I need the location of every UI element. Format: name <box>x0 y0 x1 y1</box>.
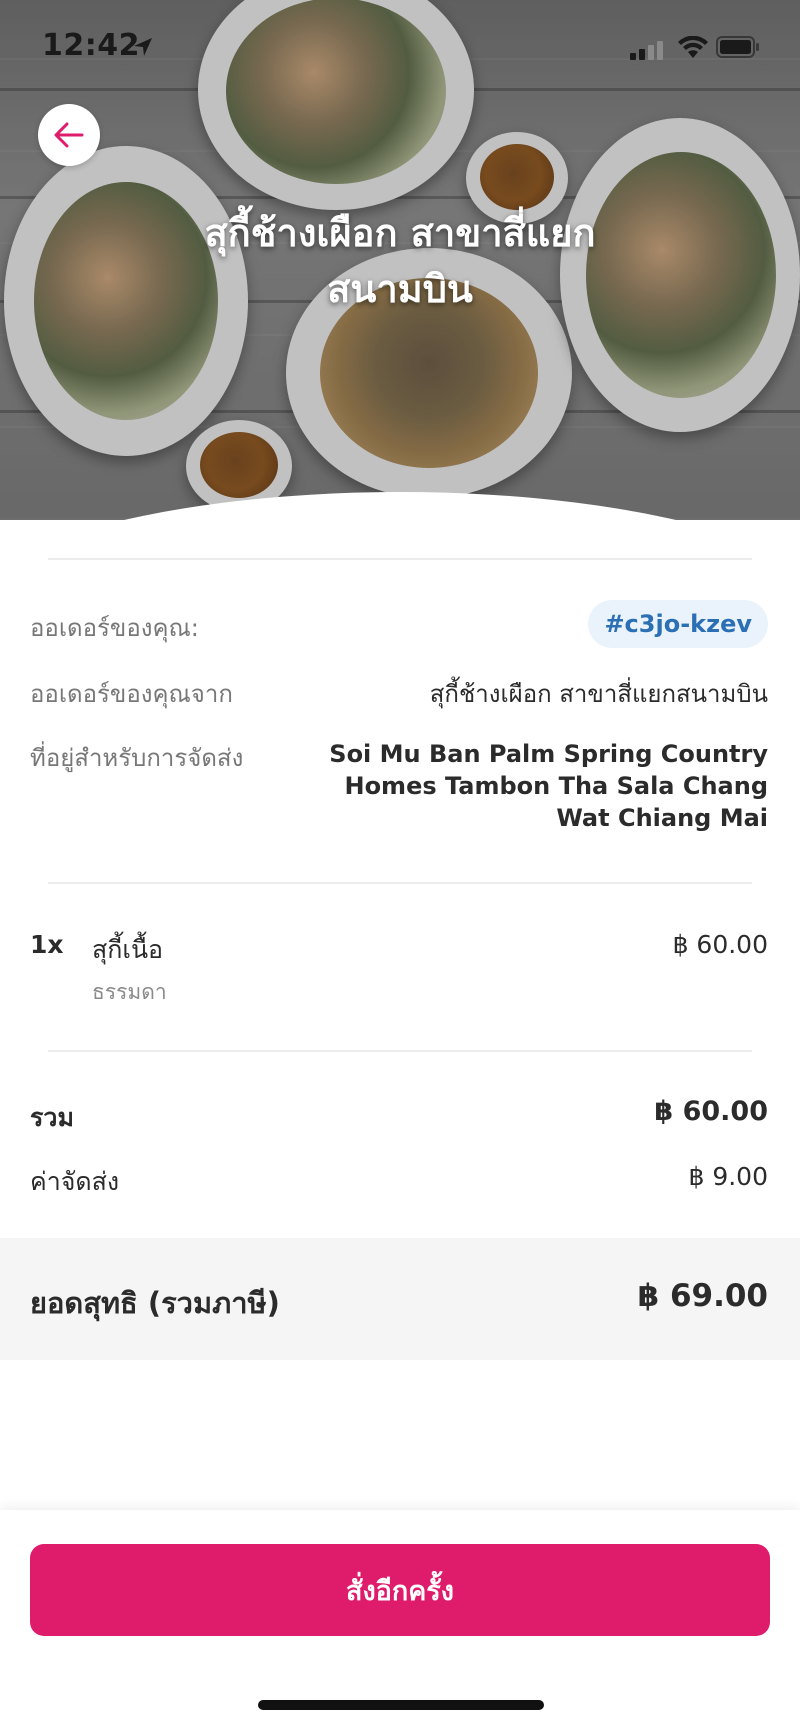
divider <box>48 1050 752 1052</box>
delivery-fee-label: ค่าจัดส่ง <box>30 1167 120 1196</box>
status-bar: 12:42 <box>0 0 800 96</box>
address-line: Homes Tambon Tha Sala Chang <box>344 772 768 800</box>
location-arrow-icon <box>134 38 152 56</box>
restaurant-title-line2: สนามบิน <box>327 267 473 311</box>
status-time: 12:42 <box>42 28 140 63</box>
restaurant-title: สุกี้ช้างเผือก สาขาสี่แยก สนามบิน <box>100 205 700 317</box>
total-section: ยอดสุทธิ (รวมภาษี) ฿ 69.00 <box>0 1238 800 1360</box>
order-id-label: ออเดอร์ของคุณ: <box>30 614 199 642</box>
total-value: ฿ 69.00 <box>637 1278 768 1314</box>
footer-bar: สั่งอีกครั้ง <box>0 1510 800 1731</box>
subtotal-label: รวม <box>30 1103 74 1132</box>
item-price: ฿ 60.00 <box>672 930 768 959</box>
item-name: สุกี้เนื้อ <box>92 935 164 964</box>
cellular-signal-icon <box>630 41 663 60</box>
arrow-left-icon <box>54 122 84 148</box>
delivery-fee-value: ฿ 9.00 <box>688 1162 768 1191</box>
order-id-badge: #c3jo-kzev <box>588 600 768 648</box>
address-line: Soi Mu Ban Palm Spring Country <box>329 740 768 768</box>
subtotal-value: ฿ 60.00 <box>654 1096 768 1127</box>
order-from-label: ออเดอร์ของคุณจาก <box>30 680 233 708</box>
home-indicator[interactable] <box>258 1700 544 1710</box>
address-line: Wat Chiang Mai <box>556 804 768 832</box>
restaurant-title-line1: สุกี้ช้างเผือก สาขาสี่แยก <box>204 211 596 255</box>
battery-icon <box>716 36 759 58</box>
item-quantity: 1x <box>30 930 64 959</box>
divider <box>48 558 752 560</box>
item-option: ธรรมดา <box>92 980 167 1004</box>
wifi-icon <box>678 36 708 58</box>
reorder-button[interactable]: สั่งอีกครั้ง <box>30 1544 770 1636</box>
total-label: ยอดสุทธิ (รวมภาษี) <box>30 1286 280 1320</box>
order-from-value: สุกี้ช้างเผือก สาขาสี่แยกสนามบิน <box>429 680 768 708</box>
delivery-address-label: ที่อยู่สำหรับการจัดส่ง <box>30 744 244 772</box>
delivery-address-value: Soi Mu Ban Palm Spring Country Homes Tam… <box>328 738 768 834</box>
divider <box>48 882 752 884</box>
back-button[interactable] <box>38 104 100 166</box>
